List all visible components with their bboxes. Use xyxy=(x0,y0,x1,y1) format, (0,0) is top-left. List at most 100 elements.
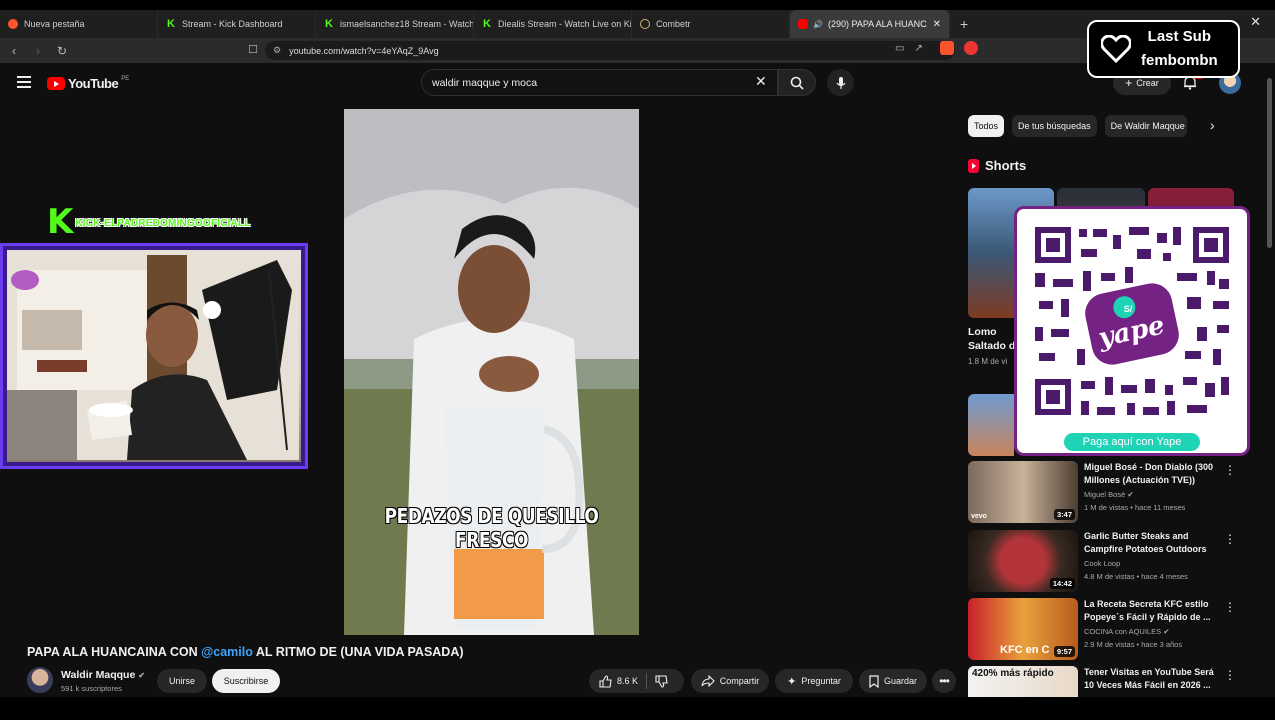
forward-icon[interactable]: › xyxy=(28,44,48,58)
tab-kick-dashboard[interactable]: K Stream - Kick Dashboard xyxy=(158,10,316,38)
like-count: 8.6 K xyxy=(617,676,639,686)
share-button[interactable]: Compartir xyxy=(691,669,769,693)
tab-diealis[interactable]: K Diealis Stream - Watch Live on Kick xyxy=(474,10,632,38)
video-frame xyxy=(344,109,639,635)
url-field[interactable]: ⚙ youtube.com/watch?v=4eYAqZ_9Avg xyxy=(265,41,955,60)
recommendation-channel[interactable]: Miguel Bosé ✔ xyxy=(1084,490,1134,499)
more-actions-button[interactable]: ••• xyxy=(932,669,956,693)
tab-title: Stream - Kick Dashboard xyxy=(182,19,283,29)
clear-search-icon[interactable]: ✕ xyxy=(755,73,767,90)
join-button[interactable]: Unirse xyxy=(157,669,207,693)
subscribe-button[interactable]: Suscribirse xyxy=(212,669,280,693)
youtube-play-icon xyxy=(47,77,65,90)
tab-title: ismaelsanchez18 Stream - Watch Live xyxy=(340,19,474,29)
tab-youtube-active[interactable]: 🔊 (290) PAPA ALA HUANCAINA ✕ xyxy=(790,10,950,38)
kick-channel-name: KICK-ELPADREDOMINGOOFICIALL xyxy=(75,217,251,229)
guide-menu-icon[interactable] xyxy=(17,76,31,88)
recommendation-thumbnail[interactable]: 420% más rápido xyxy=(968,666,1078,697)
search-query: waldir maqque y moca xyxy=(432,76,538,89)
brave-shields-icon[interactable] xyxy=(940,41,954,55)
speaker-icon: 🔊 xyxy=(813,19,823,29)
share-icon xyxy=(701,675,715,687)
kfc-thumb-text: KFC en C xyxy=(1000,644,1050,656)
new-tab-button[interactable]: + xyxy=(960,16,968,32)
shorts-heading: Shorts xyxy=(968,158,1026,173)
country-code: PE xyxy=(121,75,130,82)
tab-ismaelsanchez[interactable]: K ismaelsanchez18 Stream - Watch Live xyxy=(316,10,474,38)
window-close-icon[interactable]: ✕ xyxy=(1250,14,1261,30)
yape-pay-label: Paga aquí con Yape xyxy=(1064,433,1200,451)
reload-icon[interactable]: ↻ xyxy=(52,44,72,58)
tab-combetr[interactable]: Combetr xyxy=(632,10,790,38)
site-info-icon[interactable]: ⚙ xyxy=(273,45,281,56)
chip-from-searches[interactable]: De tus búsquedas xyxy=(1012,115,1097,137)
title-part1: PAPA ALA HUANCAINA CON xyxy=(27,645,202,659)
youtube-logo[interactable]: YouTube PE xyxy=(47,76,129,91)
more-vertical-icon[interactable]: ⋮ xyxy=(1224,668,1236,682)
brave-icon xyxy=(8,19,18,29)
recommendation-item[interactable]: KFC en C 9:57 La Receta Secreta KFC esti… xyxy=(968,598,1258,660)
tab-new-tab[interactable]: Nueva pestaña xyxy=(0,10,158,38)
page-scrollbar[interactable] xyxy=(1267,70,1272,695)
search-button[interactable] xyxy=(778,69,816,96)
search-input[interactable]: waldir maqque y moca xyxy=(421,69,778,96)
video-caption: PEDAZOS DE QUESILLO FRESCO xyxy=(384,504,599,552)
recommendation-item[interactable]: 14:42 Garlic Butter Steaks and Campfire … xyxy=(968,530,1258,592)
recommendation-channel[interactable]: Cook Loop xyxy=(1084,559,1120,568)
recommendation-item[interactable]: vevo 3:47 Miguel Bosé - Don Diablo (300 … xyxy=(968,461,1258,523)
recommendation-item[interactable]: 420% más rápido Tener Visitas en YouTube… xyxy=(968,666,1258,697)
tab-title: Nueva pestaña xyxy=(24,19,85,29)
channel-avatar[interactable] xyxy=(27,667,53,693)
more-horizontal-icon: ••• xyxy=(939,674,950,688)
duration-badge: 14:42 xyxy=(1049,578,1075,589)
ask-button[interactable]: ✦ Preguntar xyxy=(775,669,853,693)
bookmark-icon[interactable]: ☐ xyxy=(248,43,258,56)
recommendation-channel[interactable]: COCINA con AQUILES ✔ xyxy=(1084,627,1170,636)
recommendation-title[interactable]: Tener Visitas en YouTube Será 10 Veces M… xyxy=(1084,666,1224,692)
save-button[interactable]: Guardar xyxy=(859,669,927,693)
subscriber-count: 591 k suscriptores xyxy=(61,684,122,693)
scrollbar-thumb[interactable] xyxy=(1267,78,1272,248)
more-vertical-icon[interactable]: ⋮ xyxy=(1224,463,1236,477)
recommendation-thumbnail[interactable] xyxy=(968,394,1014,456)
channel-name[interactable]: Waldir Maqque ✔ xyxy=(61,669,145,681)
recommendation-thumbnail[interactable]: vevo 3:47 xyxy=(968,461,1078,523)
thumbs-down-icon[interactable] xyxy=(655,674,668,688)
chip-all[interactable]: Todos xyxy=(968,115,1005,137)
more-vertical-icon[interactable]: ⋮ xyxy=(1224,600,1236,614)
plus-icon: + xyxy=(1125,76,1133,90)
tab-title: Diealis Stream - Watch Live on Kick xyxy=(498,19,632,29)
recommendation-title[interactable]: La Receta Secreta KFC estilo Popeye´s Fá… xyxy=(1084,598,1224,624)
chevron-right-icon[interactable]: › xyxy=(1210,117,1215,133)
last-sub-user: fembombn xyxy=(1141,52,1218,69)
like-button[interactable]: 8.6 K xyxy=(599,674,639,688)
mention-link[interactable]: @camilo xyxy=(201,645,253,659)
thumbs-up-icon xyxy=(599,674,612,688)
yape-qr-overlay: S/ yape Paga aquí con Yape xyxy=(1014,206,1250,456)
recommendation-meta: 2.9 M de vistas • hace 3 años xyxy=(1084,640,1183,649)
microphone-icon xyxy=(836,76,845,89)
recommendation-thumbnail[interactable]: 14:42 xyxy=(968,530,1078,592)
share-page-icon[interactable]: ↗ xyxy=(914,43,922,54)
more-vertical-icon[interactable]: ⋮ xyxy=(1224,532,1236,546)
heart-icon xyxy=(1101,35,1131,63)
back-icon[interactable]: ‹ xyxy=(4,44,24,58)
chip-from-channel[interactable]: De Waldir Maqque xyxy=(1104,115,1187,137)
youtube-icon xyxy=(798,19,808,29)
address-bar-row: ‹ › ↻ ☐ ⚙ youtube.com/watch?v=4eYAqZ_9Av… xyxy=(0,38,1275,95)
recommendation-title[interactable]: Miguel Bosé - Don Diablo (300 Millones (… xyxy=(1084,461,1224,487)
tab-title: (290) PAPA ALA HUANCAINA xyxy=(827,19,927,29)
duration-badge: 3:47 xyxy=(1053,509,1075,520)
like-dislike-group: 8.6 K xyxy=(589,669,684,693)
short-title[interactable]: Lomo Saltado d xyxy=(968,325,1016,353)
combetr-icon xyxy=(640,19,650,29)
recommendation-title[interactable]: Garlic Butter Steaks and Campfire Potato… xyxy=(1084,530,1224,556)
voice-search-button[interactable] xyxy=(827,69,854,96)
video-player[interactable]: PEDAZOS DE QUESILLO FRESCO xyxy=(344,109,639,635)
cast-icon[interactable]: ▭ xyxy=(895,43,904,54)
kick-logo-icon: K xyxy=(47,202,74,242)
recommendation-thumbnail[interactable]: KFC en C 9:57 xyxy=(968,598,1078,660)
webcam-overlay xyxy=(0,243,308,469)
tab-close-icon[interactable]: ✕ xyxy=(933,19,941,30)
brave-rewards-icon[interactable] xyxy=(964,41,978,55)
